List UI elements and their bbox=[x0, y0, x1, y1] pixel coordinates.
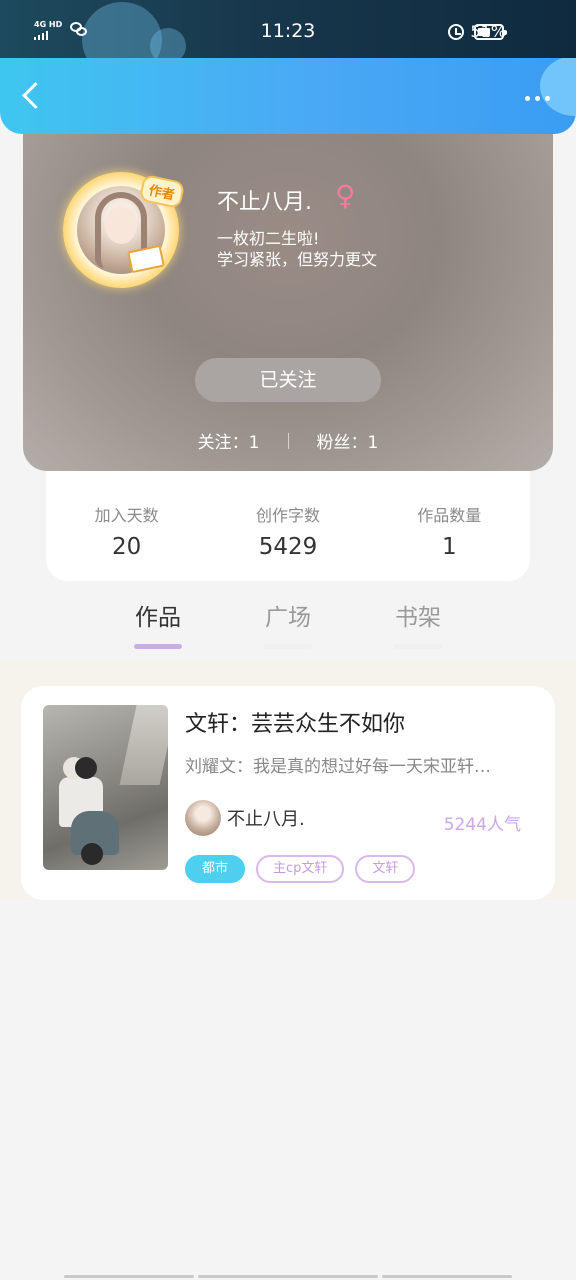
tag[interactable]: 都市 bbox=[185, 855, 246, 883]
tab-underline bbox=[394, 644, 442, 649]
bio-line: 学习紧张，但努力更文 bbox=[217, 250, 378, 269]
more-dots-icon bbox=[525, 96, 530, 101]
tab-label: 作品 bbox=[135, 605, 181, 631]
stat-join-days: 加入天数 20 bbox=[52, 502, 202, 581]
tag[interactable]: 主cp文轩 bbox=[256, 855, 345, 883]
decorative-bubble bbox=[540, 58, 576, 116]
username: 不止八月. bbox=[217, 190, 312, 215]
nav-bar bbox=[0, 58, 576, 134]
avatar[interactable]: 作者 bbox=[63, 172, 186, 288]
battery-icon bbox=[468, 24, 507, 40]
tab-bookshelf[interactable]: 书架 bbox=[378, 598, 458, 649]
following-count[interactable]: 关注：1 bbox=[198, 428, 260, 453]
bio: 一枚初二生啦! 学习紧张，但努力更文 bbox=[217, 228, 377, 270]
work-card[interactable]: 文轩：芸芸众生不如你 刘耀文：我是真的想过好每一天宋亚轩… 不止八月. 5244… bbox=[21, 686, 555, 900]
stat-word-count: 创作字数 5429 bbox=[213, 502, 363, 581]
divider bbox=[287, 432, 289, 449]
popularity: 5244人气 bbox=[443, 815, 521, 835]
stat-label: 创作字数 bbox=[255, 506, 320, 525]
work-cover-image[interactable] bbox=[43, 705, 168, 870]
stat-works-count: 作品数量 1 bbox=[374, 502, 524, 581]
bio-line: 一枚初二生啦! bbox=[217, 229, 320, 248]
home-indicator bbox=[64, 1275, 512, 1278]
tab-underline bbox=[134, 644, 182, 649]
follow-stats: 关注：1 粉丝：1 bbox=[23, 428, 553, 453]
stat-value: 20 bbox=[112, 534, 142, 560]
tab-works[interactable]: 作品 bbox=[118, 598, 198, 649]
tab-label: 广场 bbox=[265, 605, 311, 631]
work-description: 刘耀文：我是真的想过好每一天宋亚轩… bbox=[185, 757, 491, 777]
stat-label: 加入天数 bbox=[94, 506, 159, 525]
back-button[interactable] bbox=[18, 82, 48, 112]
author-avatar bbox=[185, 800, 221, 836]
follow-button[interactable]: 已关注 bbox=[195, 358, 381, 402]
stat-value: 5429 bbox=[258, 534, 318, 560]
stats-card: 加入天数 20 创作字数 5429 作品数量 1 bbox=[46, 468, 530, 581]
profile-card: 作者 不止八月. ♀ 一枚初二生啦! 学习紧张，但努力更文 已关注 关注：1 粉… bbox=[23, 110, 553, 471]
works-list: 文轩：芸芸众生不如你 刘耀文：我是真的想过好每一天宋亚轩… 不止八月. 5244… bbox=[0, 660, 576, 900]
female-gender-icon: ♀ bbox=[335, 179, 356, 212]
work-author[interactable]: 不止八月. bbox=[185, 800, 305, 836]
tabs: 作品 广场 书架 bbox=[0, 598, 576, 649]
tags: 都市 主cp文轩 文轩 bbox=[185, 855, 416, 883]
tag[interactable]: 文轩 bbox=[355, 855, 416, 883]
author-name: 不止八月. bbox=[227, 809, 305, 830]
work-title[interactable]: 文轩：芸芸众生不如你 bbox=[185, 706, 405, 738]
followers-count[interactable]: 粉丝：1 bbox=[317, 428, 379, 453]
tab-underline bbox=[264, 644, 312, 649]
tab-square[interactable]: 广场 bbox=[248, 598, 328, 649]
alarm-icon bbox=[448, 23, 465, 40]
tab-label: 书架 bbox=[395, 605, 441, 631]
status-bar: 4G HD 11:23 51% bbox=[0, 0, 576, 62]
stat-label: 作品数量 bbox=[417, 506, 482, 525]
more-button[interactable] bbox=[525, 96, 550, 101]
stat-value: 1 bbox=[441, 534, 457, 560]
